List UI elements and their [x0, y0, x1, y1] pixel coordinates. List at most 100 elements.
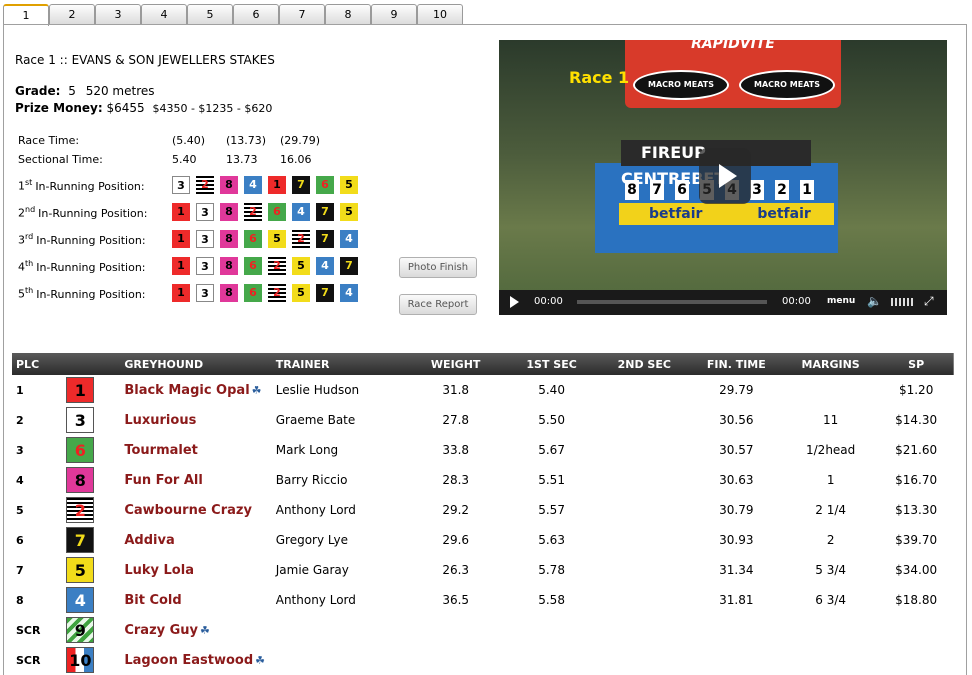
- rug-box: 2: [244, 203, 262, 221]
- race-report-button[interactable]: Race Report: [399, 294, 477, 315]
- place: 6: [16, 533, 24, 547]
- greyhound-name-link[interactable]: Lagoon Eastwood: [124, 653, 253, 668]
- in-running-text: In-Running Position:: [36, 260, 146, 274]
- rug-box: 3: [196, 230, 214, 248]
- race-time-label: Race Time:: [18, 134, 80, 147]
- col-header: TRAINER: [275, 357, 330, 371]
- prize-label: Prize Money:: [15, 101, 103, 115]
- place: 1: [16, 383, 24, 397]
- rug-box: 8: [220, 176, 238, 194]
- second-sectional: [599, 525, 690, 555]
- rug-box: 6: [244, 257, 262, 275]
- tab-race-10[interactable]: 10: [417, 4, 463, 24]
- weight: 36.5: [442, 593, 470, 607]
- play-icon[interactable]: [510, 296, 519, 308]
- greyhound-cell: Addiva: [120, 525, 271, 555]
- trainer: Anthony Lord: [275, 503, 356, 517]
- place: 4: [16, 473, 24, 487]
- tab-race-1[interactable]: 1: [3, 4, 49, 26]
- greyhound-name-link[interactable]: Luky Lola: [124, 563, 194, 578]
- tab-race-7[interactable]: 7: [279, 4, 325, 24]
- tab-race-3[interactable]: 3: [95, 4, 141, 24]
- rug-box: 4: [292, 203, 310, 221]
- place: 7: [16, 563, 24, 577]
- trainer: Gregory Lye: [275, 533, 348, 547]
- volume-icon[interactable]: 🔈: [867, 294, 882, 308]
- table-row: 8 4 Bit Cold Anthony Lord 36.5 5.58 31.81 6 3/4…: [12, 585, 954, 615]
- greyhound-name-link[interactable]: Fun For All: [124, 473, 202, 488]
- rug-cell: 5: [62, 555, 120, 585]
- first-sectional: 5.51: [538, 473, 565, 487]
- margin: [783, 375, 878, 405]
- paw-icon[interactable]: ☘: [255, 654, 265, 667]
- col-header: SP: [908, 357, 925, 371]
- greyhound-cell: Lagoon Eastwood ☘: [120, 645, 271, 675]
- rug-box: 4: [316, 257, 334, 275]
- photo-finish-button[interactable]: Photo Finish: [399, 257, 477, 278]
- table-row: 2 3 Luxurious Graeme Bate 27.8 5.50 30.56 11 $14…: [12, 405, 954, 435]
- tab-race-9[interactable]: 9: [371, 4, 417, 24]
- in-running-ordinal: 4: [18, 260, 25, 274]
- race-title: Race 1 :: EVANS & SON JEWELLERS STAKES: [15, 53, 275, 67]
- greyhound-name-link[interactable]: Cawbourne Crazy: [124, 503, 252, 518]
- greyhound-name-link[interactable]: Luxurious: [124, 413, 196, 428]
- video-board-number: 1: [800, 180, 814, 200]
- video-board-number: 3: [750, 180, 764, 200]
- rug-box: 5: [340, 176, 358, 194]
- rug-box: 8: [220, 284, 238, 302]
- rug-number: 10: [66, 647, 95, 673]
- volume-bars-icon[interactable]: [891, 298, 915, 306]
- trainer: Graeme Bate: [275, 413, 356, 427]
- finish-time: 30.56: [719, 413, 754, 427]
- tab-race-4[interactable]: 4: [141, 4, 187, 24]
- race-distance: 520 metres: [85, 84, 155, 98]
- tab-race-8[interactable]: 8: [325, 4, 371, 24]
- greyhound-name-link[interactable]: Crazy Guy: [124, 623, 198, 638]
- greyhound-name-link[interactable]: Bit Cold: [124, 593, 181, 608]
- table-row: 3 6 Tourmalet Mark Long 33.8 5.67 30.57 1/2head…: [12, 435, 954, 465]
- paw-icon[interactable]: ☘: [200, 624, 210, 637]
- tab-race-6[interactable]: 6: [233, 4, 279, 24]
- second-sectional: [599, 405, 690, 435]
- rug-box: 6: [316, 176, 334, 194]
- rug-box: 3: [196, 257, 214, 275]
- results-header: PLC GREYHOUND TRAINER WEIGHT 1ST SEC 2ND SEC F…: [12, 353, 954, 375]
- margin: 2: [826, 533, 835, 547]
- seek-bar[interactable]: [577, 300, 767, 304]
- second-sectional: [599, 555, 690, 585]
- sectional-time-1: 5.40: [172, 153, 197, 166]
- greyhound-cell: Black Magic Opal ☘: [120, 375, 271, 405]
- col-header: WEIGHT: [430, 357, 481, 371]
- starting-price: $34.00: [895, 563, 938, 577]
- video-oval-1: MACRO MEATS: [633, 70, 729, 100]
- rug-box: 5: [292, 257, 310, 275]
- video-betfair-strip: betfair betfair: [619, 203, 834, 225]
- paw-icon[interactable]: ☘: [252, 384, 262, 397]
- race-grade: Grade: 5 520 metres: [15, 84, 155, 98]
- greyhound-name-link[interactable]: Addiva: [124, 533, 174, 548]
- rug-box: 5: [340, 203, 358, 221]
- tab-race-2[interactable]: 2: [49, 4, 95, 24]
- first-sectional: [504, 615, 599, 645]
- first-sectional: 5.40: [538, 383, 565, 397]
- menu-button[interactable]: menu: [827, 296, 855, 306]
- table-row: SCR 9 Crazy Guy ☘: [12, 615, 954, 645]
- in-running-label-4: 4th In-Running Position:: [18, 259, 146, 274]
- greyhound-name-link[interactable]: Black Magic Opal: [124, 383, 249, 398]
- trainer: Anthony Lord: [275, 593, 356, 607]
- trainer: Leslie Hudson: [275, 383, 360, 397]
- rug-box: 3: [196, 203, 214, 221]
- finish-time: 29.79: [719, 383, 754, 397]
- col-header: GREYHOUND: [124, 357, 204, 371]
- place: 5: [16, 503, 24, 517]
- margin: 1: [826, 473, 835, 487]
- tab-race-5[interactable]: 5: [187, 4, 233, 24]
- in-running-text: In-Running Position:: [38, 206, 148, 220]
- trainer: [272, 645, 407, 675]
- play-overlay-icon[interactable]: [699, 148, 751, 204]
- race-video-player[interactable]: RAPIDVITE MACRO MEATS MACRO MEATS Race 1…: [499, 40, 947, 315]
- greyhound-name-link[interactable]: Tourmalet: [124, 443, 198, 458]
- rug-box: 4: [340, 284, 358, 302]
- fullscreen-icon[interactable]: ⤢: [924, 294, 934, 309]
- weight: 26.3: [442, 563, 470, 577]
